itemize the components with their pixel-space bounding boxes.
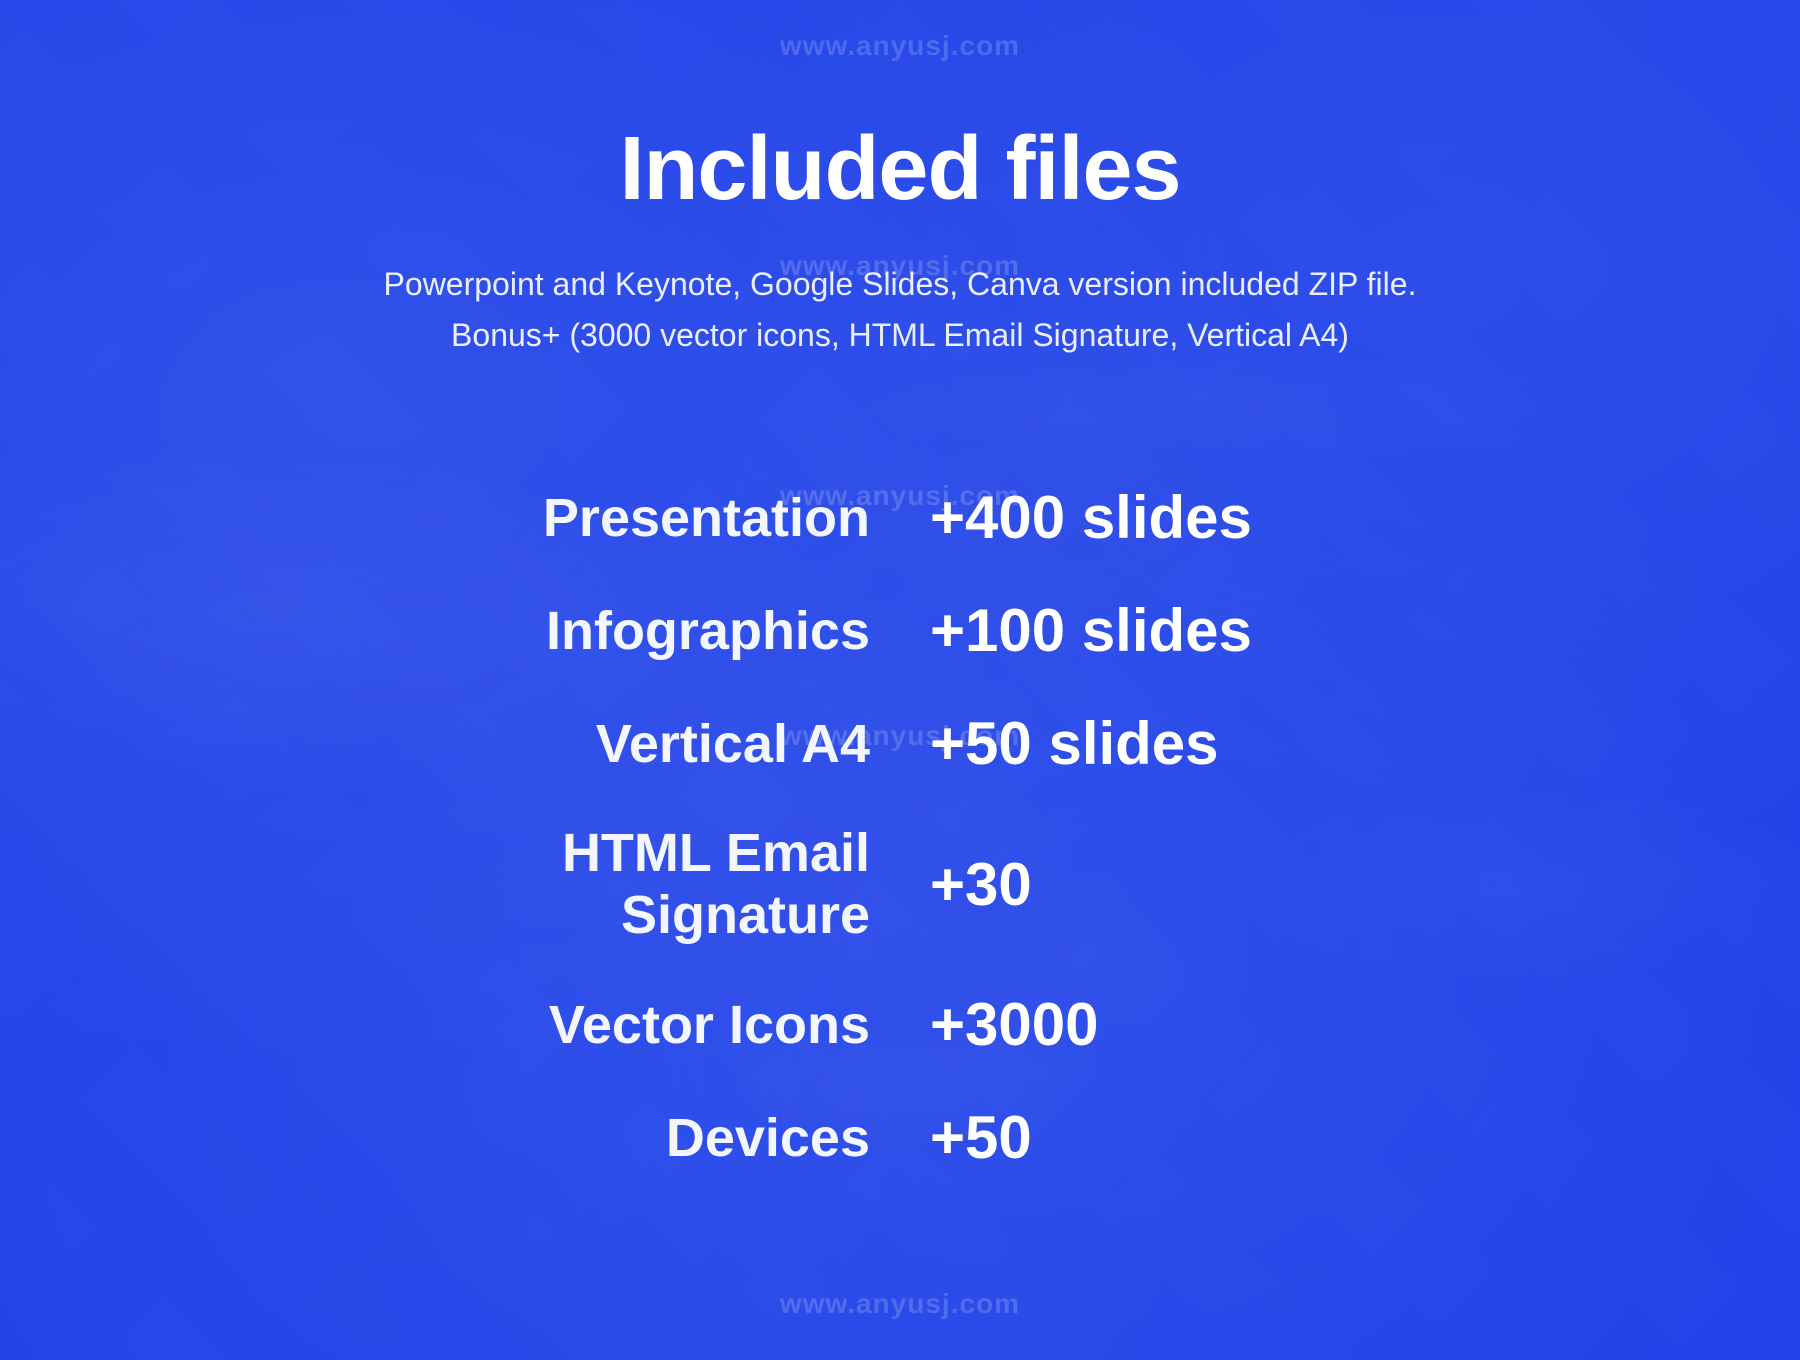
table-row: Presentation+400 slides <box>450 461 1350 574</box>
table-row: Devices+50 <box>450 1081 1350 1194</box>
item-label: Presentation <box>450 487 870 549</box>
item-label: Vector Icons <box>450 994 870 1056</box>
subtitle-line2: Bonus+ (3000 vector icons, HTML Email Si… <box>451 317 1349 353</box>
item-label: Vertical A4 <box>450 713 870 775</box>
item-value: +100 slides <box>870 596 1350 665</box>
item-value: +50 slides <box>870 709 1350 778</box>
table-row: HTML Email Signature+30 <box>450 800 1350 968</box>
table-row: Infographics+100 slides <box>450 574 1350 687</box>
item-value: +50 <box>870 1103 1350 1172</box>
table-row: Vector Icons+3000 <box>450 968 1350 1081</box>
item-value: +3000 <box>870 990 1350 1059</box>
subtitle: Powerpoint and Keynote, Google Slides, C… <box>384 259 1417 361</box>
subtitle-line1: Powerpoint and Keynote, Google Slides, C… <box>384 266 1417 302</box>
included-files-table: Presentation+400 slidesInfographics+100 … <box>450 461 1350 1194</box>
item-label: Infographics <box>450 600 870 662</box>
main-content: Included files Powerpoint and Keynote, G… <box>0 0 1800 1360</box>
item-value: +30 <box>870 850 1350 919</box>
page-title: Included files <box>619 120 1180 219</box>
item-value: +400 slides <box>870 483 1350 552</box>
table-row: Vertical A4+50 slides <box>450 687 1350 800</box>
item-label: Devices <box>450 1107 870 1169</box>
item-label: HTML Email Signature <box>450 822 870 946</box>
